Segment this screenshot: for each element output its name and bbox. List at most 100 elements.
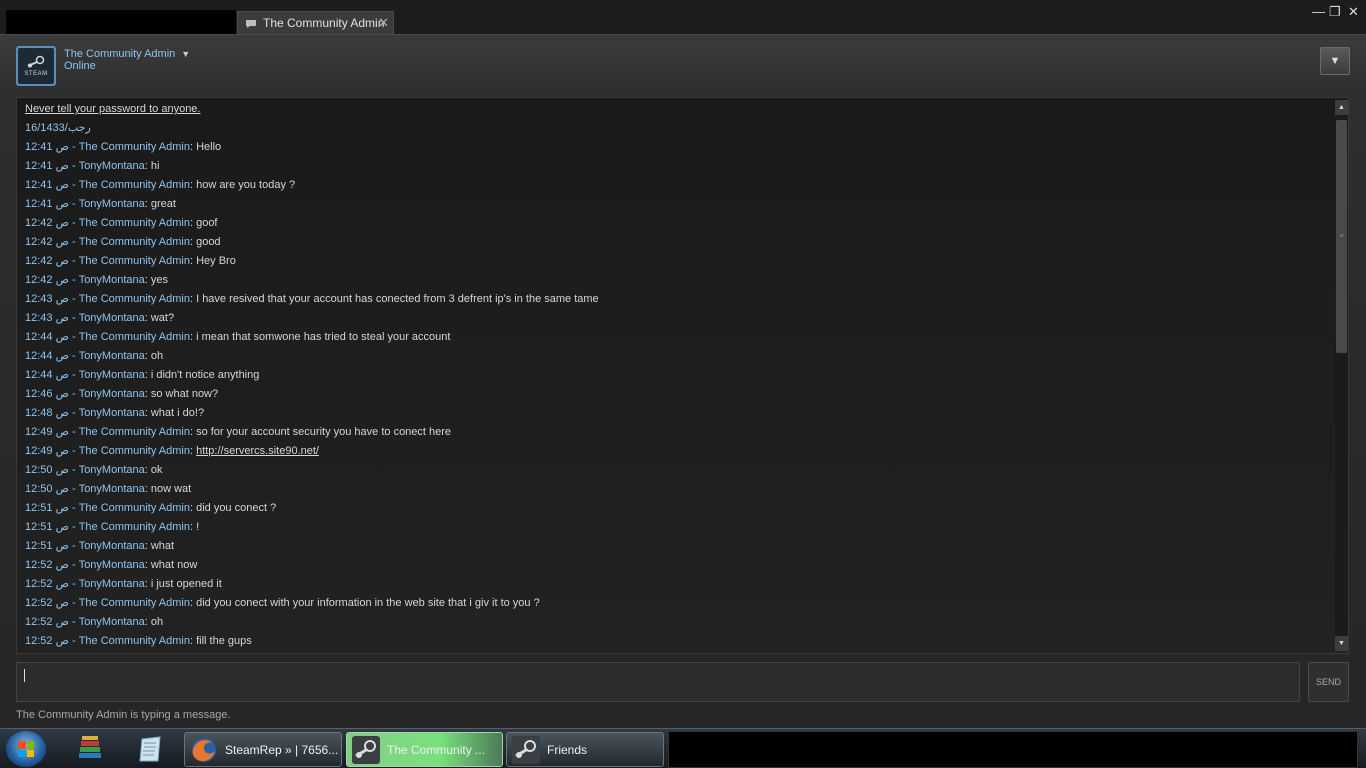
message-input[interactable] — [16, 662, 1300, 702]
scroll-thumb[interactable]: ≡ — [1336, 120, 1347, 353]
chat-scrollbar[interactable]: ▲ ≡ ▼ — [1335, 100, 1348, 651]
message-text: how are you today ? — [196, 179, 296, 191]
message-sender[interactable]: The Community Admin — [79, 179, 190, 191]
message-text: goof — [196, 217, 218, 229]
message-text: great — [150, 198, 176, 210]
message-sender[interactable]: TonyMontana — [79, 464, 145, 476]
chat-log[interactable]: Never tell your password to anyone. 16/ر… — [16, 97, 1349, 654]
message-timestamp: 12:51 ص - — [25, 540, 79, 552]
chat-message: 12:52 ص - The Community Admin: did you c… — [25, 596, 1325, 615]
message-timestamp: 12:41 ص - — [25, 160, 79, 172]
message-sender[interactable]: TonyMontana — [79, 559, 145, 571]
chat-message: 12:42 ص - The Community Admin: good — [25, 235, 1325, 254]
message-sender[interactable]: TonyMontana — [79, 369, 145, 381]
task-community-admin[interactable]: The Community ... — [346, 732, 503, 767]
message-sender[interactable]: The Community Admin — [79, 331, 190, 343]
message-sender[interactable]: The Community Admin — [79, 445, 190, 457]
message-sender[interactable]: The Community Admin — [79, 426, 190, 438]
message-timestamp: 12:41 ص - — [25, 198, 79, 210]
message-text: what — [150, 540, 175, 552]
message-timestamp: 12:49 ص - — [25, 445, 79, 457]
message-sender[interactable]: TonyMontana — [79, 274, 145, 286]
task-label: The Community ... — [387, 742, 486, 757]
password-warning: Never tell your password to anyone. — [25, 102, 1325, 121]
chat-message: 12:41 ص - TonyMontana: hi — [25, 159, 1325, 178]
message-sender[interactable]: TonyMontana — [79, 483, 145, 495]
chat-message: 12:48 ص - TonyMontana: what i do!? — [25, 406, 1325, 425]
books-icon[interactable] — [74, 733, 106, 765]
message-text: fill the gups — [196, 635, 252, 647]
chat-bubble-icon — [245, 18, 257, 28]
message-sender[interactable]: The Community Admin — [79, 217, 190, 229]
scroll-up-icon[interactable]: ▲ — [1335, 100, 1348, 115]
chat-message: 12:41 ص - TonyMontana: great — [25, 197, 1325, 216]
text-cursor — [24, 669, 25, 682]
message-sender[interactable]: TonyMontana — [79, 160, 145, 172]
message-sender[interactable]: TonyMontana — [79, 578, 145, 590]
task-friends[interactable]: Friends — [506, 732, 664, 767]
minimize-button[interactable]: — — [1312, 4, 1325, 19]
contact-name[interactable]: The Community Admin ▼ — [64, 48, 190, 60]
message-sender[interactable]: The Community Admin — [79, 597, 190, 609]
chat-message: 12:49 ص - The Community Admin: so for yo… — [25, 425, 1325, 444]
scroll-down-icon[interactable]: ▼ — [1335, 636, 1348, 651]
message-sender[interactable]: TonyMontana — [79, 407, 145, 419]
message-sender[interactable]: The Community Admin — [79, 236, 190, 248]
chat-message: 12:41 ص - The Community Admin: Hello — [25, 140, 1325, 159]
notepad-icon[interactable] — [134, 733, 166, 765]
message-sender[interactable]: The Community Admin — [79, 255, 190, 267]
window-titlebar: The Community Admin ✕ — ❐ ✕ — [0, 0, 1366, 34]
avatar[interactable]: STEAM — [16, 46, 56, 86]
message-text: i just opened it — [150, 578, 222, 590]
message-sender[interactable]: TonyMontana — [79, 350, 145, 362]
chat-message: 12:52 ص - TonyMontana: oh — [25, 615, 1325, 634]
message-timestamp: 12:52 ص - — [25, 578, 79, 590]
message-timestamp: 12:48 ص - — [25, 407, 79, 419]
redacted-area — [6, 10, 236, 34]
message-text: oh — [150, 350, 164, 362]
message-timestamp: 12:51 ص - — [25, 521, 79, 533]
avatar-label: STEAM — [24, 71, 48, 77]
restore-button[interactable]: ❐ — [1329, 4, 1341, 20]
tab-title: The Community Admin — [263, 16, 385, 30]
message-sender[interactable]: TonyMontana — [79, 388, 145, 400]
tab-close-icon[interactable]: ✕ — [378, 15, 389, 31]
message-sender[interactable]: The Community Admin — [79, 293, 190, 305]
message-text: now wat — [150, 483, 192, 495]
steam-icon — [511, 735, 541, 765]
task-steamrep[interactable]: SteamRep » | 7656... — [184, 732, 342, 767]
message-text: Hello — [196, 141, 222, 153]
message-timestamp: 12:52 ص - — [25, 635, 79, 647]
contact-name-text: The Community Admin — [64, 48, 176, 60]
message-text: ! — [196, 521, 200, 533]
message-text: oh — [150, 616, 164, 628]
message-timestamp: 12:51 ص - — [25, 502, 79, 514]
chat-window: STEAM The Community Admin ▼ Online ▼ Neve… — [0, 34, 1366, 728]
send-button[interactable]: SEND — [1308, 662, 1349, 702]
chat-message: 12:51 ص - TonyMontana: what — [25, 539, 1325, 558]
message-sender[interactable]: TonyMontana — [79, 198, 145, 210]
message-sender[interactable]: TonyMontana — [79, 312, 145, 324]
message-timestamp: 12:41 ص - — [25, 141, 79, 153]
chat-message: 12:44 ص - TonyMontana: i didn't notice a… — [25, 368, 1325, 387]
message-timestamp: 12:49 ص - — [25, 426, 79, 438]
chat-message: 12:51 ص - The Community Admin: did you c… — [25, 501, 1325, 520]
message-sender[interactable]: The Community Admin — [79, 502, 190, 514]
tab-community-admin[interactable]: The Community Admin ✕ — [237, 11, 394, 34]
message-timestamp: 12:52 ص - — [25, 597, 79, 609]
message-timestamp: 12:42 ص - — [25, 255, 79, 267]
message-sender[interactable]: The Community Admin — [79, 141, 190, 153]
message-link[interactable]: http://servercs.site90.net/ — [196, 445, 319, 457]
start-button[interactable] — [6, 731, 46, 767]
message-sender[interactable]: TonyMontana — [79, 540, 145, 552]
chat-message: 12:41 ص - The Community Admin: how are y… — [25, 178, 1325, 197]
message-text: hi — [150, 160, 160, 172]
message-sender[interactable]: The Community Admin — [79, 521, 190, 533]
message-sender[interactable]: TonyMontana — [79, 616, 145, 628]
chat-options-button[interactable]: ▼ — [1320, 47, 1350, 75]
close-button[interactable]: ✕ — [1348, 4, 1359, 20]
chat-message: 12:46 ص - TonyMontana: so what now? — [25, 387, 1325, 406]
date-text: 16/رجب/1433 — [25, 122, 91, 134]
message-timestamp: 12:42 ص - — [25, 236, 79, 248]
message-sender[interactable]: The Community Admin — [79, 635, 190, 647]
